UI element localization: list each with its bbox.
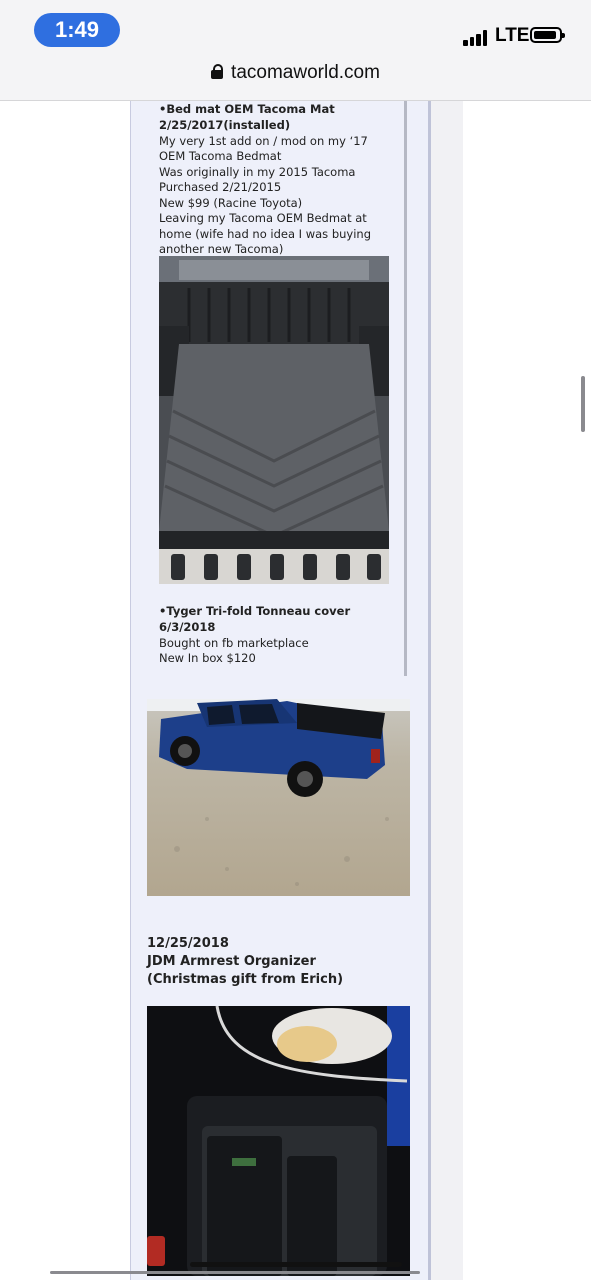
bedmat-photo[interactable] [159, 256, 389, 584]
item-title: •Bed mat OEM Tacoma Mat [159, 102, 335, 116]
item-title: JDM Armrest Organizer [147, 954, 316, 969]
url-domain: tacomaworld.com [231, 62, 380, 83]
status-time[interactable]: 1:49 [34, 13, 120, 47]
item-body-line: New $99 (Racine Toyota) [159, 196, 303, 210]
lock-icon [211, 64, 224, 79]
home-indicator[interactable] [190, 1262, 402, 1267]
item-body-line: Leaving my Tacoma OEM Bedmat at [159, 211, 367, 225]
armrest-organizer-photo[interactable] [147, 1006, 410, 1276]
status-and-url-bar: 1:49 LTE tacomaworld.com [0, 0, 591, 101]
item-body-line: Purchased 2/21/2015 [159, 180, 282, 194]
truck-photo-art [159, 699, 389, 886]
network-label: LTE [495, 25, 530, 46]
armrest-photo-art [147, 1006, 410, 1276]
item-title: •Tyger Tri-fold Tonneau cover [159, 604, 351, 618]
item-body-line: My very 1st add on / mod on my ‘17 [159, 134, 368, 148]
item-date: 12/25/2018 [147, 936, 229, 951]
signal-icon [463, 28, 491, 46]
item-body-line: Was originally in my 2015 Tacoma [159, 165, 356, 179]
battery-icon [530, 27, 565, 43]
item-note: (Christmas gift from Erich) [147, 972, 344, 987]
bedmat-photo-art [159, 256, 389, 584]
address-bar[interactable]: tacomaworld.com [0, 62, 591, 84]
quote-box-scrollbar[interactable] [404, 101, 407, 676]
truck-photo[interactable] [147, 699, 410, 896]
item-body-line: OEM Tacoma Bedmat [159, 149, 282, 163]
item-body-line: Bought on fb marketplace [159, 636, 309, 650]
item-date: 2/25/2017(installed) [159, 118, 291, 132]
sidebar-gutter [431, 101, 463, 1280]
horizontal-scrollbar[interactable] [50, 1271, 420, 1274]
page-scrollbar[interactable] [581, 376, 585, 432]
item-body-line: home (wife had no idea I was buying [159, 227, 371, 241]
item-body-line: New In box $120 [159, 651, 256, 665]
item-date: 6/3/2018 [159, 620, 216, 634]
